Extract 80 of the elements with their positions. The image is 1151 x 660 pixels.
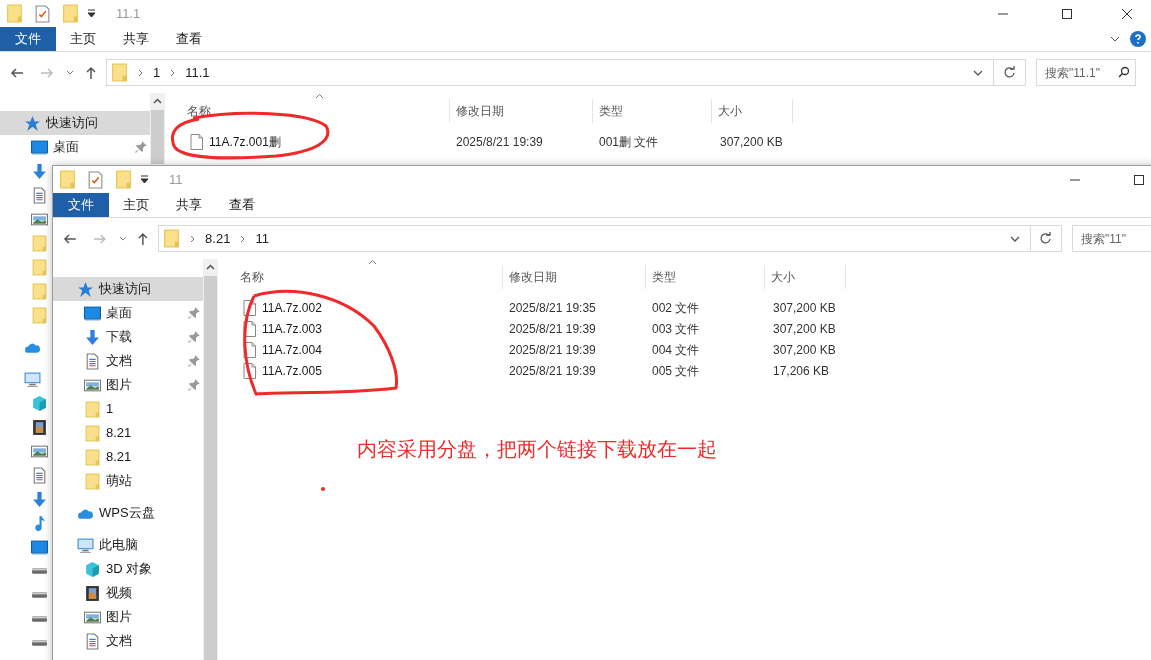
file-type: 001删 文件 <box>598 133 660 151</box>
nav-label: 3D 对象 <box>106 560 153 579</box>
nav-item[interactable]: 文档 <box>53 629 203 653</box>
nav-label: 桌面 <box>53 138 79 157</box>
nav-label: 快速访问 <box>46 114 98 133</box>
nav-label: 8.21 <box>106 448 132 467</box>
ribbon-tab[interactable]: 共享 <box>109 27 162 51</box>
ribbon-tab[interactable]: 主页 <box>56 27 109 51</box>
nav-item[interactable]: 3D 对象 <box>53 557 203 581</box>
column-header[interactable]: 大小 <box>765 265 846 289</box>
file-name[interactable]: 11A.7z.004 <box>262 340 322 359</box>
modified-date: 2025/8/21 19:39 <box>508 320 597 338</box>
nav-label: 图片 <box>106 376 132 395</box>
file-type: 004 文件 <box>651 341 701 359</box>
nav-item[interactable]: 8.21 <box>53 421 203 445</box>
annotation-text: 内容采用分盘，把两个链接下载放在一起 <box>357 437 717 462</box>
ribbon-tab[interactable]: 主页 <box>109 193 162 217</box>
window-title: 11.1 <box>116 4 141 23</box>
file-name[interactable]: 11A.7z.003 <box>262 319 322 338</box>
file-size: 307,200 KB <box>719 133 784 151</box>
file-name[interactable]: 11A.7z.002 <box>262 298 322 317</box>
file-size: 307,200 KB <box>772 299 837 317</box>
file-name[interactable]: 11A.7z.001删 <box>209 132 281 151</box>
nav-label: 文档 <box>106 632 132 651</box>
nav-label: WPS云盘 <box>99 504 155 523</box>
column-header[interactable]: 类型 <box>646 265 765 289</box>
nav-item[interactable]: 此电脑 <box>53 533 203 557</box>
nav-label: 桌面 <box>106 304 132 323</box>
file-type: 002 文件 <box>651 299 701 317</box>
nav-item[interactable]: 桌面 <box>0 135 150 159</box>
modified-date: 2025/8/21 19:39 <box>455 133 544 151</box>
nav-item[interactable]: 图片 <box>53 605 203 629</box>
file-size: 307,200 KB <box>772 341 837 359</box>
column-header[interactable]: 修改日期 <box>503 265 646 289</box>
ribbon-tab[interactable]: 共享 <box>162 193 215 217</box>
nav-item[interactable]: WPS云盘 <box>53 501 203 525</box>
window-title: 11 <box>169 170 183 189</box>
address-bar[interactable]: 1 11.1 <box>106 59 994 86</box>
nav-label: 视频 <box>106 584 132 603</box>
nav-item[interactable]: 快速访问 <box>0 111 150 135</box>
nav-label: 快速访问 <box>99 280 151 299</box>
ribbon-tab[interactable]: 查看 <box>215 193 268 217</box>
nav-item[interactable]: 视频 <box>53 581 203 605</box>
ribbon-tab[interactable]: 查看 <box>162 27 215 51</box>
file-size: 307,200 KB <box>772 320 837 338</box>
nav-label: 文档 <box>106 352 132 371</box>
column-header[interactable]: 大小 <box>712 99 793 123</box>
breadcrumb-item[interactable]: 8.21 <box>205 228 231 249</box>
breadcrumb-item[interactable]: 11 <box>255 228 269 249</box>
nav-item[interactable]: 下载 <box>53 325 203 349</box>
nav-label: 此电脑 <box>99 536 138 555</box>
column-header[interactable]: 名称 <box>226 265 503 289</box>
column-header[interactable]: 修改日期 <box>450 99 593 123</box>
nav-label: 图片 <box>106 608 132 627</box>
search-field[interactable]: 搜索"11.1" <box>1036 59 1136 86</box>
nav-label: 下载 <box>106 328 132 347</box>
nav-item[interactable]: 文档 <box>53 349 203 373</box>
address-bar[interactable]: 8.21 11 <box>158 225 1031 252</box>
breadcrumb-item[interactable]: 11.1 <box>185 62 210 83</box>
nav-item[interactable]: 图片 <box>53 373 203 397</box>
nav-item[interactable]: 8.21 <box>53 445 203 469</box>
search-field[interactable]: 搜索"11" <box>1072 225 1151 252</box>
modified-date: 2025/8/21 19:39 <box>508 362 597 380</box>
modified-date: 2025/8/21 19:39 <box>508 341 597 359</box>
nav-item[interactable]: 快速访问 <box>53 277 203 301</box>
column-header[interactable]: 类型 <box>593 99 712 123</box>
file-name[interactable]: 11A.7z.005 <box>262 361 322 380</box>
file-type: 005 文件 <box>651 362 701 380</box>
breadcrumb-item[interactable]: 1 <box>153 62 161 83</box>
nav-label: 萌站 <box>106 472 132 491</box>
nav-item[interactable]: 萌站 <box>53 469 203 493</box>
ribbon-tab[interactable]: 文件 <box>0 27 56 51</box>
file-type: 003 文件 <box>651 320 701 338</box>
nav-item[interactable]: 桌面 <box>53 301 203 325</box>
nav-label: 1 <box>106 400 114 419</box>
modified-date: 2025/8/21 19:35 <box>508 299 597 317</box>
file-size: 17,206 KB <box>772 362 831 380</box>
ribbon-tab[interactable]: 文件 <box>53 193 109 217</box>
nav-item[interactable]: 1 <box>53 397 203 421</box>
nav-label: 8.21 <box>106 424 132 443</box>
